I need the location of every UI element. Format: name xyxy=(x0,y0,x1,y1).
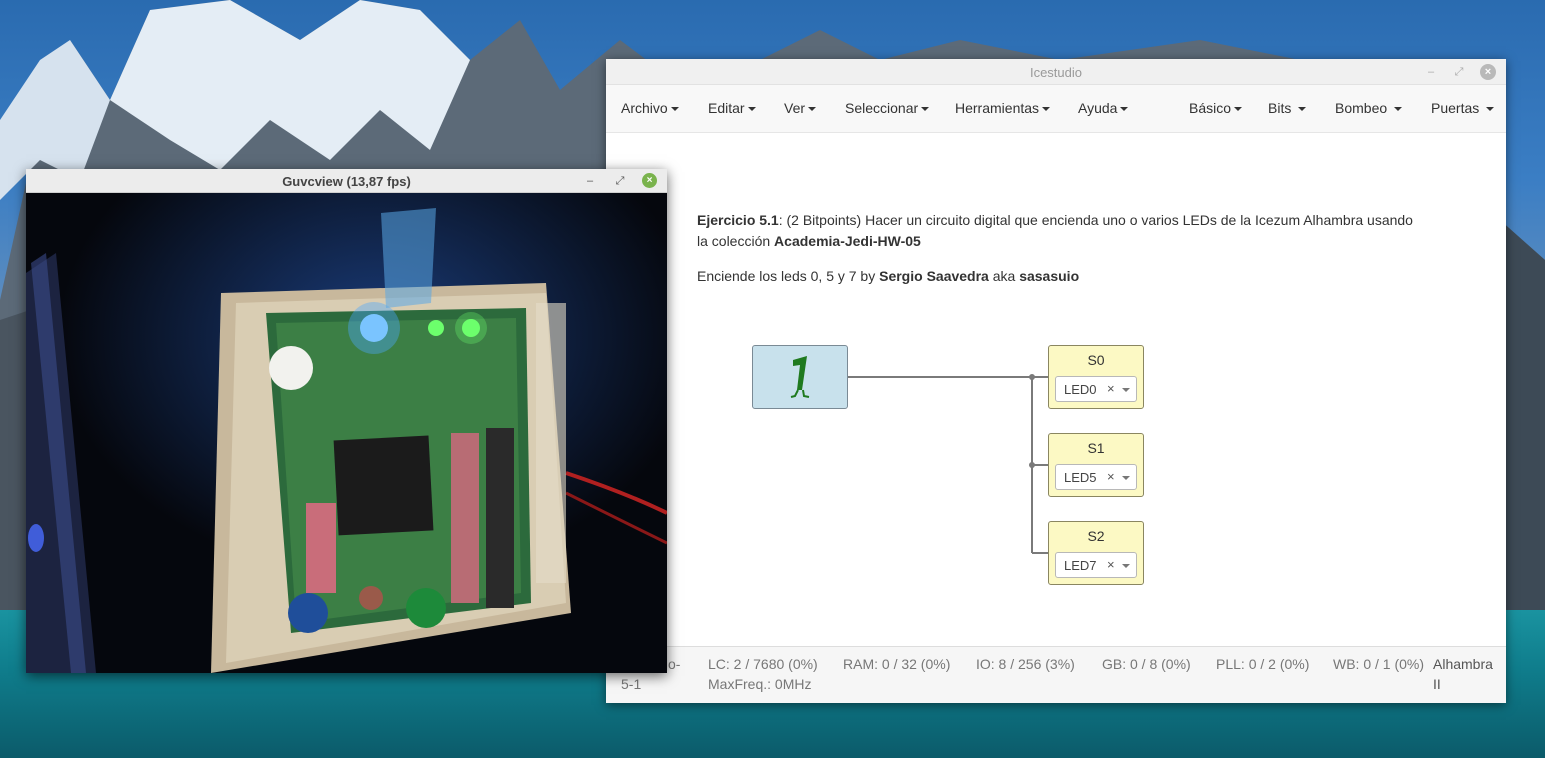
close-icon[interactable]: × xyxy=(642,173,657,188)
wire-junction xyxy=(1029,462,1035,468)
clear-icon[interactable]: × xyxy=(1107,557,1115,572)
led-output-block[interactable]: S0 LED0 × xyxy=(1048,345,1144,409)
caret-down-icon xyxy=(1120,107,1129,112)
maximize-icon[interactable]: ⤢ xyxy=(1451,64,1467,80)
output-name: S2 xyxy=(1087,528,1105,544)
menu-label: Archivo xyxy=(621,100,668,116)
guvcview-window-title: Guvcview (13,87 fps) xyxy=(282,174,411,189)
caret-down-icon xyxy=(1394,107,1403,112)
caret-down-icon xyxy=(1298,107,1307,112)
wb-usage: WB: 0 / 1 (0%) xyxy=(1333,656,1425,672)
pin-value: LED7 xyxy=(1064,558,1097,573)
project-name: o- xyxy=(668,656,681,672)
caret-down-icon xyxy=(1234,107,1243,112)
caret-down-icon xyxy=(747,107,756,112)
icestudio-window: Icestudio – ⤢ × Archivo Editar Ver Selec… xyxy=(606,59,1506,703)
menu-seleccionar[interactable]: Seleccionar xyxy=(845,100,930,116)
menu-puertas[interactable]: Puertas xyxy=(1431,100,1495,116)
status-bar: o- 5-1 LC: 2 / 7680 (0%) MaxFreq.: 0MHz … xyxy=(606,646,1506,703)
max-frequency: MaxFreq.: 0MHz xyxy=(708,676,812,692)
menu-label: Editar xyxy=(708,100,745,116)
pin-value: LED0 xyxy=(1064,382,1097,397)
dropdown-arrow-icon[interactable] xyxy=(1122,388,1130,392)
caret-down-icon xyxy=(921,107,930,112)
menu-editar[interactable]: Editar xyxy=(708,100,756,116)
board-name-2[interactable]: II xyxy=(1433,676,1441,692)
pin-select[interactable]: LED0 × xyxy=(1055,376,1137,402)
menu-bombeo[interactable]: Bombeo xyxy=(1335,100,1403,116)
output-name: S0 xyxy=(1087,352,1105,368)
wire-junction xyxy=(1029,374,1035,380)
dropdown-arrow-icon[interactable] xyxy=(1122,476,1130,480)
project-name-2: 5-1 xyxy=(621,676,642,692)
caret-down-icon xyxy=(670,107,679,112)
clear-icon[interactable]: × xyxy=(1107,381,1115,396)
menu-label: Ver xyxy=(784,100,806,116)
pin-value: LED5 xyxy=(1064,470,1097,485)
menu-label: Básico xyxy=(1189,100,1232,116)
menu-label: Bombeo xyxy=(1335,100,1388,116)
menu-basico[interactable]: Básico xyxy=(1189,100,1243,116)
led-output-block[interactable]: S2 LED7 × xyxy=(1048,521,1144,585)
menu-label: Puertas xyxy=(1431,100,1480,116)
clear-icon[interactable]: × xyxy=(1107,469,1115,484)
led-output-block[interactable]: S1 LED5 × xyxy=(1048,433,1144,497)
menu-bits[interactable]: Bits xyxy=(1268,100,1307,116)
menu-ayuda[interactable]: Ayuda xyxy=(1078,100,1129,116)
icestudio-menubar: Archivo Editar Ver Seleccionar Herramien… xyxy=(606,85,1506,133)
close-icon[interactable]: × xyxy=(1480,64,1496,80)
ram-usage: RAM: 0 / 32 (0%) xyxy=(843,656,951,672)
icestudio-window-title: Icestudio xyxy=(1029,65,1083,80)
dropdown-arrow-icon[interactable] xyxy=(1122,564,1130,568)
pll-usage: PLL: 0 / 2 (0%) xyxy=(1216,656,1310,672)
output-name: S1 xyxy=(1087,440,1105,456)
menu-label: Herramientas xyxy=(955,100,1040,116)
constant-block[interactable] xyxy=(752,345,848,409)
menu-label: Bits xyxy=(1268,100,1292,116)
minimize-icon[interactable]: – xyxy=(1423,64,1439,80)
lc-usage: LC: 2 / 7680 (0%) xyxy=(708,656,818,672)
design-canvas[interactable]: Ejercicio 5.1: (2 Bitpoints) Hacer un ci… xyxy=(606,134,1506,646)
icestudio-titlebar[interactable]: Icestudio – ⤢ × xyxy=(606,59,1506,85)
caret-down-icon xyxy=(1486,107,1495,112)
video-frame xyxy=(26,193,667,673)
menu-label: Seleccionar xyxy=(845,100,919,116)
menu-herramientas[interactable]: Herramientas xyxy=(955,100,1051,116)
gb-usage: GB: 0 / 8 (0%) xyxy=(1102,656,1191,672)
caret-down-icon xyxy=(1042,107,1051,112)
minimize-icon[interactable]: – xyxy=(582,173,598,189)
menu-label: Ayuda xyxy=(1078,100,1118,116)
menu-archivo[interactable]: Archivo xyxy=(621,100,679,116)
maximize-icon[interactable]: ⤢ xyxy=(612,173,628,189)
board-name[interactable]: Alhambra xyxy=(1433,656,1493,672)
io-usage: IO: 8 / 256 (3%) xyxy=(976,656,1075,672)
guvcview-window: Guvcview (13,87 fps) – ⤢ × xyxy=(26,169,667,673)
camera-video-feed xyxy=(26,193,667,673)
jedi-one-icon xyxy=(790,356,810,398)
guvcview-titlebar[interactable]: Guvcview (13,87 fps) – ⤢ × xyxy=(26,169,667,193)
caret-down-icon xyxy=(808,107,817,112)
pin-select[interactable]: LED5 × xyxy=(1055,464,1137,490)
menu-ver[interactable]: Ver xyxy=(784,100,817,116)
pin-select[interactable]: LED7 × xyxy=(1055,552,1137,578)
